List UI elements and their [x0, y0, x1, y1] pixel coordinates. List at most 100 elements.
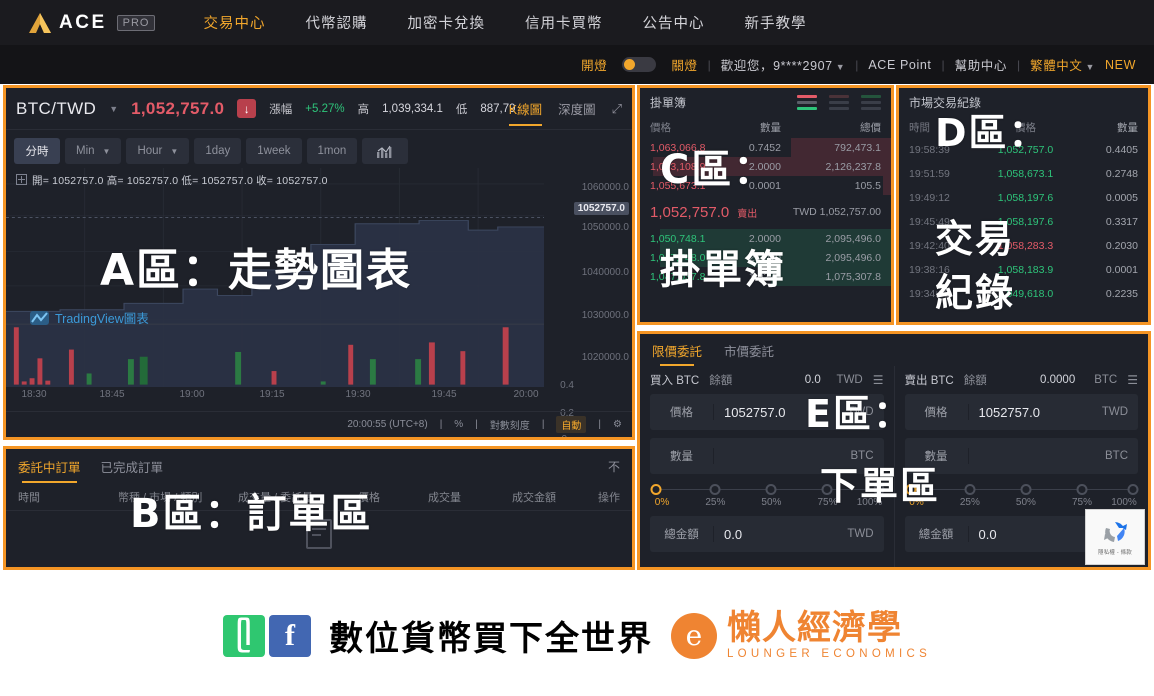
- symbol-label[interactable]: BTC/TWD: [16, 99, 96, 119]
- lounger-text: 懶人經濟學 LOUNGER ECONOMICS: [727, 611, 931, 660]
- col-total: 總價: [860, 121, 881, 134]
- slider-tick-50[interactable]: [765, 484, 777, 495]
- slider-label-50: 50%: [761, 497, 782, 508]
- tradingview-attribution[interactable]: TradingView圖表: [30, 308, 149, 327]
- sell-total-value: 0.0: [978, 526, 997, 542]
- chart-footer-toolbar: 20:00:55 (UTC+8) | % | 對數刻度 | 自動 | ⚙: [6, 411, 632, 437]
- tradingview-icon: [30, 310, 49, 325]
- ohlc-text: 開= 1052757.0 高= 1052757.0 低= 1052757.0 收…: [32, 175, 328, 187]
- trade-amount: 0.2748: [1105, 168, 1138, 180]
- nav-item-credit-card[interactable]: 信用卡買幣: [525, 12, 603, 33]
- x-tick-4: 19:30: [345, 389, 371, 400]
- vol-tick-0: 0.4: [560, 380, 574, 391]
- slider-tick-75[interactable]: [1076, 484, 1088, 495]
- tab-limit-order[interactable]: 限價委託: [652, 341, 702, 366]
- buy-total-currency: TWD: [847, 528, 874, 540]
- timeframe-1mon[interactable]: 1mon: [306, 138, 358, 164]
- nav-item-announcements[interactable]: 公告中心: [642, 12, 704, 33]
- sell-price-field[interactable]: 價格 1052757.0 TWD: [904, 394, 1138, 430]
- language-selector[interactable]: 繁體中文 ▼: [1030, 55, 1095, 74]
- chart-canvas-area[interactable]: 開= 1052757.0 高= 1052757.0 低= 1052757.0 收…: [6, 168, 632, 437]
- tab-kline[interactable]: K線圖: [508, 99, 543, 126]
- percent-toggle[interactable]: %: [454, 419, 463, 430]
- slider-tick-25[interactable]: [964, 484, 976, 495]
- auto-scale-toggle[interactable]: 自動: [556, 416, 587, 433]
- slider-handle-0[interactable]: [650, 484, 662, 495]
- slider-tick-100[interactable]: [1127, 484, 1139, 495]
- trading-page: ACE PRO 交易中心 代幣認購 加密卡兌換 信用卡買幣 公告中心 新手教學 …: [0, 0, 1154, 696]
- col-amount: 數量: [760, 121, 781, 134]
- divider: |: [439, 419, 443, 430]
- sell-price-input[interactable]: 1052757.0: [969, 405, 1095, 420]
- col-action: 操作: [598, 491, 620, 504]
- timeframe-1day[interactable]: 1day: [194, 138, 242, 164]
- timeframe-1week[interactable]: 1week: [246, 138, 302, 164]
- theme-toggle[interactable]: [622, 57, 657, 72]
- divider: |: [475, 419, 478, 430]
- buy-balance-label: 餘額: [709, 375, 733, 387]
- lounger-chinese-name: 懶人經濟學: [726, 608, 902, 648]
- buy-action-label: 買入 BTC: [650, 375, 700, 387]
- order-type-tabs: 限價委託 市價委託: [640, 334, 1148, 366]
- asks-only-view-icon[interactable]: [829, 94, 849, 110]
- bid-total: 1,075,307.8: [825, 270, 881, 283]
- log-scale-toggle[interactable]: 對數刻度: [490, 417, 530, 432]
- indicators-icon[interactable]: [362, 138, 409, 164]
- nav-item-token-sale[interactable]: 代幣認購: [305, 12, 367, 33]
- timeframe-min[interactable]: Min ▼: [65, 138, 122, 164]
- ace-logo-icon: [28, 12, 52, 34]
- nav-item-trading[interactable]: 交易中心: [203, 12, 265, 33]
- orderbook-header: 掛單簿: [640, 88, 891, 116]
- buy-amount-label: 數量: [650, 448, 714, 464]
- both-sides-view-icon[interactable]: [797, 94, 817, 110]
- slider-label-25: 25%: [959, 497, 980, 508]
- brand-logo[interactable]: ACE PRO: [28, 11, 156, 34]
- tab-completed-orders[interactable]: 已完成訂單: [101, 457, 164, 476]
- recaptcha-badge[interactable]: 隱私權 - 條款: [1085, 509, 1145, 565]
- buy-total-field[interactable]: 總金額 0.0 TWD: [650, 516, 884, 552]
- sub-navigation-bar: 開燈 關燈 | 歡迎您，9****2907 ▼ | ACE Point | 幫助中…: [0, 45, 1154, 84]
- col-price: 價格: [650, 121, 671, 134]
- settings-gear-icon[interactable]: ⚙: [613, 419, 622, 430]
- divider: |: [855, 57, 859, 72]
- trade-amount: 0.4405: [1105, 144, 1138, 156]
- ace-point-link[interactable]: ACE Point: [868, 58, 931, 72]
- bids-only-view-icon[interactable]: [861, 94, 881, 110]
- slider-tick-25[interactable]: [709, 484, 721, 495]
- annotation-region-c-line2: 掛單簿: [660, 247, 786, 293]
- light-off-label[interactable]: 關燈: [671, 55, 697, 74]
- account-menu[interactable]: 歡迎您，9****2907 ▼: [721, 55, 846, 74]
- timeframe-hour[interactable]: Hour ▼: [126, 138, 190, 164]
- tab-market-order[interactable]: 市價委託: [724, 341, 774, 360]
- slider-label-100: 100%: [1111, 497, 1137, 508]
- timeframe-min-label: Min: [76, 145, 95, 157]
- help-center-link[interactable]: 幫助中心: [955, 55, 1007, 74]
- collapse-button[interactable]: 不: [608, 458, 620, 475]
- timeframe-intraday[interactable]: 分時: [14, 138, 60, 164]
- main-nav-links: 交易中心 代幣認購 加密卡兌換 信用卡買幣 公告中心 新手教學: [203, 12, 806, 33]
- slider-tick-50[interactable]: [1020, 484, 1032, 495]
- trade-row: 19:51:59 1,058,673.1 0.2748: [899, 162, 1148, 186]
- light-on-label[interactable]: 開燈: [581, 55, 607, 74]
- expand-icon[interactable]: ⤢: [612, 101, 622, 117]
- change-value: +5.27%: [305, 102, 345, 115]
- tab-depth[interactable]: 深度圖: [558, 99, 596, 120]
- divider: |: [541, 419, 545, 430]
- chevron-down-icon[interactable]: ▼: [109, 104, 118, 114]
- add-funds-icon[interactable]: ☰: [1127, 373, 1138, 387]
- line-icon[interactable]: ᥫ: [222, 614, 265, 657]
- nav-item-crypto-card[interactable]: 加密卡兌換: [407, 12, 485, 33]
- x-tick-1: 18:45: [99, 389, 125, 400]
- facebook-icon[interactable]: f: [268, 614, 311, 657]
- new-badge[interactable]: NEW: [1105, 58, 1136, 72]
- trade-amount: 0.2030: [1105, 240, 1138, 252]
- tradingview-label: TradingView圖表: [55, 312, 149, 326]
- tab-open-orders[interactable]: 委託中訂單: [18, 457, 81, 483]
- lounger-economics-logo: e 懶人經濟學 LOUNGER ECONOMICS: [670, 611, 931, 660]
- nav-item-tutorial[interactable]: 新手教學: [744, 12, 806, 33]
- brand-name: ACE: [59, 11, 107, 33]
- slider-label-0: 0%: [654, 497, 670, 508]
- orderbook-title: 掛單簿: [650, 95, 687, 110]
- x-tick-0: 18:30: [21, 389, 47, 400]
- trade-amount: 0.3317: [1105, 216, 1138, 228]
